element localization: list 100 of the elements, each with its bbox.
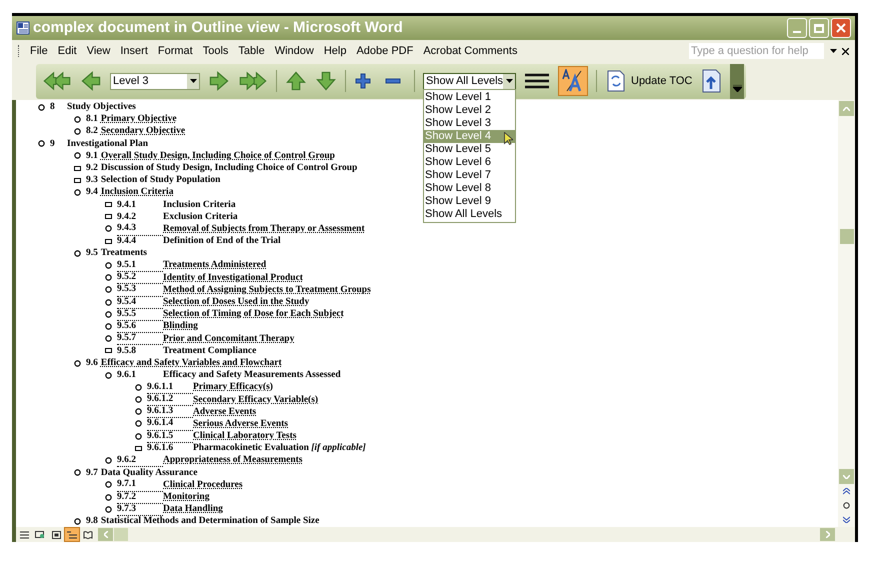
menu-item[interactable]: Help (318, 42, 352, 60)
heading-number: 9.4 (86, 186, 99, 199)
heading-number: 9.4.4 (117, 235, 137, 248)
expand-symbol-icon[interactable] (38, 140, 45, 148)
heading-title: Treatments (100, 247, 147, 260)
show-levels-option[interactable]: Show Level 3 (424, 116, 515, 130)
show-levels-combo[interactable]: Show All Levels (423, 72, 516, 90)
scroll-down-icon (843, 474, 850, 478)
heading-title: Efficacy and Safety Measurements Assessed (163, 369, 341, 382)
heading-title: Selection of Timing of Dose for Each Subject (163, 308, 344, 320)
heading-number: 9.6.1.5 (147, 430, 193, 443)
heading-number: 9.6.1.3 (147, 405, 193, 418)
show-levels-option[interactable]: Show Level 5 (424, 142, 515, 156)
close-icon[interactable] (842, 48, 849, 54)
show-levels-option[interactable]: Show Level 7 (424, 168, 515, 182)
heading-title: Clinical Laboratory Tests (193, 430, 296, 442)
heading-title: Statistical Methods and Determination of Sample Size (100, 515, 320, 527)
menu-item[interactable]: Window (270, 42, 319, 60)
heading-title: Serious Adverse Events (193, 418, 288, 430)
heading-title: Data Quality Assurance (100, 466, 198, 479)
heading-title: Treatments Administered (163, 259, 266, 272)
expand-symbol-icon[interactable] (38, 104, 45, 111)
heading-title: Selection of Doses Used in the Study (163, 296, 310, 308)
menu-item[interactable]: Format (152, 42, 198, 60)
menu-item[interactable]: Acrobat Comments (418, 42, 522, 60)
menu-item[interactable]: Tools (198, 42, 234, 60)
menu-item[interactable]: Adobe PDF (351, 42, 418, 60)
dropdown-arrow-icon (190, 79, 196, 83)
demote-icon[interactable] (208, 70, 230, 92)
expand-symbol-icon[interactable] (74, 188, 81, 196)
previous-page-icon[interactable] (843, 488, 850, 495)
show-levels-option[interactable]: Show All Levels (424, 208, 515, 220)
window-title: complex document in Outline view - Microsoft Word (33, 18, 403, 38)
heading-number: 9 (50, 138, 56, 150)
toolbar-options-button[interactable] (730, 64, 744, 98)
menu-item[interactable]: Edit (52, 42, 82, 60)
expand-symbol-icon[interactable] (74, 360, 81, 367)
demote-to-body-text-icon[interactable] (238, 70, 268, 92)
heading-number: 9.4.1 (117, 198, 137, 211)
menu-item[interactable]: File (25, 42, 53, 60)
expand-symbol-icon[interactable] (105, 372, 112, 379)
heading-title: Selection of Study Population (100, 174, 220, 186)
show-formatting-button[interactable] (558, 66, 588, 96)
show-levels-option[interactable]: Show Level 9 (424, 194, 515, 208)
scroll-up-icon (843, 106, 850, 110)
show-levels-option[interactable]: Show Level 6 (424, 156, 515, 168)
body-text-symbol-icon[interactable] (105, 348, 112, 354)
heading-title: Secondary Efficacy Variable(s) (193, 394, 318, 406)
move-up-icon[interactable] (285, 70, 307, 92)
move-down-icon[interactable] (315, 70, 337, 92)
body-text-symbol-icon[interactable] (135, 446, 142, 451)
go-to-toc-icon[interactable] (702, 69, 722, 93)
show-levels-option[interactable]: Show Level 8 (424, 182, 515, 194)
vertical-scrollbar[interactable] (838, 100, 855, 527)
heading-number: 9.6.1.6 (147, 442, 174, 454)
show-first-line-icon[interactable] (524, 72, 550, 90)
heading-title: Monitoring (163, 491, 210, 504)
expand-symbol-icon[interactable] (105, 225, 112, 232)
menu-item[interactable]: Insert (115, 42, 153, 60)
heading-title: Identity of Investigational Product (163, 272, 303, 284)
expand-symbol-icon[interactable] (74, 469, 81, 476)
heading-number: 9.7.1 (117, 478, 163, 492)
promote-to-heading-icon[interactable] (42, 70, 72, 92)
horizontal-scroll-thumb[interactable] (114, 528, 128, 541)
heading-number: 9.6.1.1 (147, 380, 193, 394)
close-button[interactable] (831, 18, 851, 38)
expand-symbol-icon[interactable] (74, 518, 81, 525)
heading-title: Investigational Plan (67, 138, 148, 150)
heading-number: 9.7.2 (117, 490, 163, 504)
show-levels-option[interactable]: Show Level 2 (424, 104, 515, 116)
heading-title: Pharmacokinetic Evaluation [if applicable] (193, 442, 366, 454)
menu-item[interactable]: Table (233, 42, 270, 60)
update-toc-button[interactable]: Update TOC (605, 70, 694, 92)
heading-title: Blinding (163, 320, 198, 333)
expand-symbol-icon[interactable] (74, 152, 81, 160)
menu-item[interactable]: View (82, 42, 116, 60)
heading-number: 9.1 (86, 150, 99, 162)
heading-number: 8.1 (86, 113, 99, 126)
dropdown-arrow-icon[interactable] (830, 49, 837, 53)
outline-view-button[interactable] (64, 527, 80, 542)
browse-object-icon[interactable] (843, 502, 850, 509)
heading-title: Primary Efficacy(s) (193, 381, 273, 394)
close-icon (836, 23, 846, 33)
show-levels-option[interactable]: Show Level 1 (424, 90, 515, 104)
document-icon (16, 21, 30, 35)
next-page-icon[interactable] (843, 516, 850, 523)
promote-icon[interactable] (80, 70, 102, 92)
expand-symbol-icon[interactable] (74, 250, 81, 257)
help-search-field[interactable]: Type a question for help (689, 43, 824, 59)
scroll-thumb[interactable] (840, 229, 854, 244)
heading-title: Clinical Procedures (163, 478, 243, 492)
heading-number: 9.5.8 (117, 344, 137, 357)
heading-number: 9.5.1 (117, 258, 163, 272)
heading-number: 9.5.7 (117, 332, 163, 346)
body-text-symbol-icon[interactable] (105, 238, 112, 244)
expand-symbol-icon[interactable] (105, 457, 112, 464)
outline-level-combo[interactable]: Level 3 (110, 72, 200, 90)
heading-number: 9.5.2 (117, 271, 163, 284)
heading-title: Definition of End of the Trial (163, 235, 281, 248)
heading-title: Overall Study Design, Including Choice of Control Group (100, 150, 335, 162)
